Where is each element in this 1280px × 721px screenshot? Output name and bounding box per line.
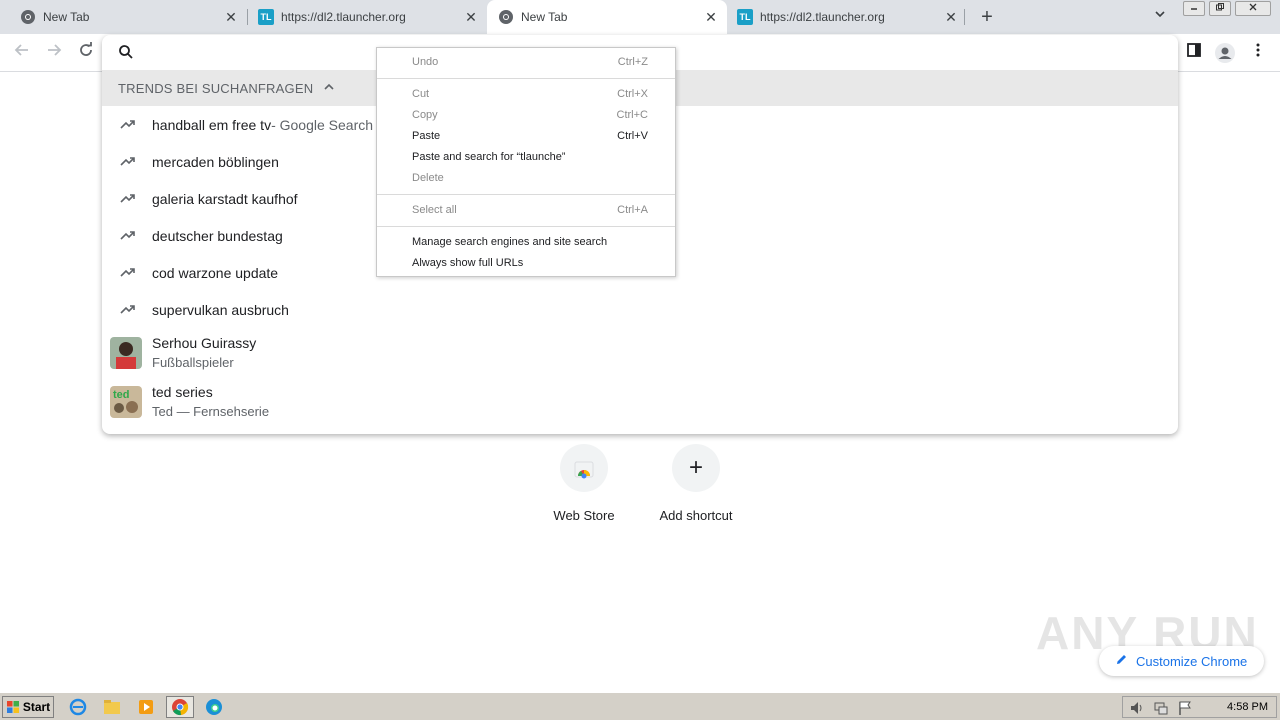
tab-title: https://dl2.tlauncher.org	[760, 10, 885, 24]
menu-button[interactable]	[1247, 42, 1269, 64]
back-arrow-icon	[14, 44, 28, 56]
shortcut-add[interactable]: + Add shortcut	[641, 444, 751, 523]
close-icon[interactable]: ✕	[463, 9, 479, 25]
clock: 4:58 PM	[1227, 701, 1268, 713]
context-menu: Undo Ctrl+Z Cut Ctrl+X Copy Ctrl+C Paste Ctr…	[376, 47, 676, 277]
entity-title: ted series	[152, 383, 213, 400]
chevron-up-icon[interactable]	[323, 81, 335, 96]
chrome-taskbar-icon[interactable]	[166, 696, 194, 718]
network-icon[interactable]	[1153, 700, 1169, 721]
kebab-menu-icon	[1256, 43, 1260, 57]
chrome-icon	[498, 9, 514, 25]
edge-icon[interactable]	[200, 696, 228, 718]
entity-title: Serhou Guirassy	[152, 334, 257, 351]
menu-separator	[377, 78, 675, 79]
entity-subtitle: Ted — Fernsehserie	[152, 403, 270, 419]
reload-button[interactable]	[75, 42, 97, 64]
web-store-icon	[560, 444, 608, 492]
trending-up-icon	[118, 117, 138, 133]
trending-up-icon	[118, 302, 138, 318]
shortcut-web-store[interactable]: Web Store	[529, 444, 639, 523]
tab-tlauncher-1[interactable]: TL https://dl2.tlauncher.org ✕	[240, 0, 487, 34]
suggestion-text: mercaden böblingen	[152, 153, 279, 170]
internet-explorer-icon[interactable]	[64, 696, 92, 718]
pencil-icon	[1115, 653, 1128, 669]
menu-item-select-all[interactable]: Select all Ctrl+A	[377, 200, 675, 221]
forward-arrow-icon	[48, 44, 62, 56]
trend-suggestion[interactable]: supervulkan ausbruch	[102, 291, 1178, 328]
side-panel-icon	[1187, 43, 1201, 57]
close-window-button[interactable]	[1235, 1, 1271, 16]
tab-title: New Tab	[43, 10, 90, 24]
shortcut-label: Add shortcut	[659, 508, 733, 523]
trending-up-icon	[118, 228, 138, 244]
entity-suggestion[interactable]: Serhou Guirassy Fußballspieler	[102, 328, 1178, 377]
new-tab-button[interactable]: +	[976, 6, 998, 28]
chrome-icon	[20, 9, 36, 25]
menu-item-paste[interactable]: Paste Ctrl+V	[377, 126, 675, 147]
flag-icon[interactable]	[1177, 700, 1193, 721]
system-tray: 4:58 PM	[1122, 696, 1277, 718]
tab-new-tab-active[interactable]: New Tab ✕	[487, 0, 727, 34]
close-icon[interactable]: ✕	[223, 9, 239, 25]
suggestion-text: supervulkan ausbruch	[152, 301, 289, 318]
trending-up-icon	[118, 191, 138, 207]
tab-tlauncher-2[interactable]: TL https://dl2.tlauncher.org ✕	[727, 0, 967, 34]
media-player-icon[interactable]	[132, 696, 160, 718]
restore-button[interactable]	[1209, 1, 1231, 16]
tlauncher-icon: TL	[737, 9, 753, 25]
tab-search-chevron-icon[interactable]	[1150, 8, 1170, 26]
trending-up-icon	[118, 265, 138, 281]
menu-item-copy[interactable]: Copy Ctrl+C	[377, 105, 675, 126]
start-label: Start	[22, 700, 51, 714]
menu-item-undo[interactable]: Undo Ctrl+Z	[377, 52, 675, 73]
back-button[interactable]	[11, 42, 33, 64]
suggestion-text: handball em free tv	[152, 116, 272, 133]
windows-logo-icon	[6, 701, 19, 713]
plus-icon: +	[672, 444, 720, 492]
tab-strip: New Tab ✕ TL https://dl2.tlauncher.org ✕…	[0, 0, 1280, 34]
trending-up-icon	[118, 154, 138, 170]
menu-item-delete[interactable]: Delete	[377, 168, 675, 189]
avatar-icon	[1215, 43, 1235, 63]
entity-suggestion[interactable]: ted ted series Ted — Fernsehserie	[102, 377, 1178, 426]
suggestion-text: galeria karstadt kaufhof	[152, 190, 298, 207]
entity-subtitle: Fußballspieler	[152, 354, 234, 370]
forward-button[interactable]	[43, 42, 65, 64]
menu-separator	[377, 194, 675, 195]
trends-header-label: TRENDS BEI SUCHANFRAGEN	[118, 80, 314, 96]
tv-series-thumbnail: ted	[110, 385, 142, 418]
shortcut-label: Web Store	[553, 508, 615, 523]
svg-text:ted: ted	[113, 389, 130, 401]
start-button[interactable]: Start	[2, 696, 54, 718]
tlauncher-icon: TL	[258, 9, 274, 25]
customize-label: Customize Chrome	[1136, 653, 1248, 669]
suggestion-text: cod warzone update	[152, 264, 279, 281]
menu-item-cut[interactable]: Cut Ctrl+X	[377, 84, 675, 105]
close-icon[interactable]: ✕	[703, 9, 719, 25]
taskbar: Start 4:58 PM	[0, 692, 1280, 720]
person-thumbnail	[110, 336, 142, 369]
side-panel-button[interactable]	[1183, 42, 1205, 64]
volume-icon[interactable]	[1129, 700, 1145, 721]
file-explorer-icon[interactable]	[98, 696, 126, 718]
customize-chrome-button[interactable]: Customize Chrome	[1099, 646, 1264, 676]
close-icon[interactable]: ✕	[943, 9, 959, 25]
suggestion-text: deutscher bundestag	[152, 227, 283, 244]
minimize-button[interactable]	[1183, 1, 1205, 16]
menu-item-paste-and-search[interactable]: Paste and search for “tlaunche”	[377, 147, 675, 168]
search-icon	[118, 44, 134, 60]
reload-icon	[80, 42, 92, 56]
profile-button[interactable]	[1214, 42, 1236, 64]
menu-item-show-full-urls[interactable]: Always show full URLs	[377, 253, 675, 274]
tab-divider	[964, 9, 965, 25]
tab-new-tab-1[interactable]: New Tab ✕	[0, 0, 247, 34]
suggestion-hint: - Google Search	[271, 116, 374, 133]
menu-separator	[377, 226, 675, 227]
tab-title: https://dl2.tlauncher.org	[281, 10, 406, 24]
menu-item-manage-search-engines[interactable]: Manage search engines and site search	[377, 232, 675, 253]
tab-title: New Tab	[521, 10, 568, 24]
